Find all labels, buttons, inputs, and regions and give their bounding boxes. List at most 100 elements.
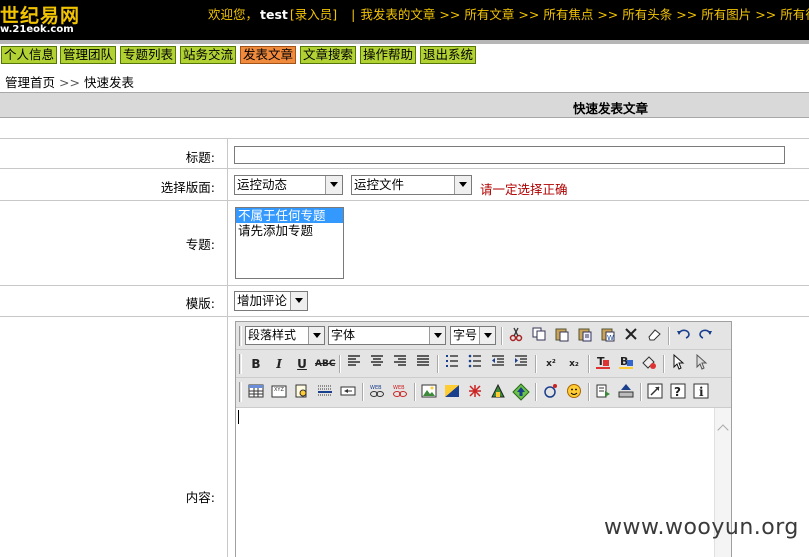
- ordered-list-icon[interactable]: [442, 354, 462, 374]
- toolbar-separator: [640, 383, 642, 401]
- horizontal-rule-icon[interactable]: [315, 383, 335, 403]
- insert-object-icon[interactable]: [488, 383, 508, 403]
- align-center-icon[interactable]: [367, 354, 387, 374]
- subscript-icon[interactable]: x₂: [564, 354, 584, 374]
- emoticon-icon[interactable]: [564, 383, 584, 403]
- insert-image-icon[interactable]: [419, 383, 439, 403]
- copy-icon[interactable]: [529, 326, 549, 346]
- marquee-icon[interactable]: [338, 383, 358, 403]
- background-color-icon[interactable]: B: [616, 354, 636, 374]
- toolbar-separator: [663, 355, 665, 373]
- link-all-headlines[interactable]: 所有头条: [622, 7, 672, 22]
- paragraph-style-select[interactable]: 段落样式: [245, 326, 325, 345]
- chevron-down-icon: [325, 176, 342, 194]
- link-all-articles[interactable]: 所有文章: [464, 7, 514, 22]
- form-frame-icon[interactable]: XYZ: [269, 383, 289, 403]
- cut-icon[interactable]: [506, 326, 526, 346]
- toolbar-separator: [339, 355, 341, 373]
- remove-link-icon[interactable]: WEB: [390, 383, 410, 403]
- nav-personal-info[interactable]: 个人信息: [1, 46, 58, 64]
- scroll-up-icon[interactable]: [717, 424, 729, 436]
- template-select-value: 增加评论: [237, 293, 288, 308]
- link-all-images[interactable]: 所有图片: [701, 7, 751, 22]
- svg-text:WEB: WEB: [370, 385, 382, 391]
- insert-flash-icon[interactable]: [442, 383, 462, 403]
- board-select-secondary[interactable]: 运控文件: [351, 175, 472, 195]
- topic-option[interactable]: 请先添加专题: [236, 223, 343, 238]
- topic-label: 专题:: [185, 237, 215, 252]
- indent-icon[interactable]: [511, 354, 531, 374]
- board-select-primary[interactable]: 运控动态: [234, 175, 343, 195]
- nav-publish-article[interactable]: 发表文章: [240, 46, 297, 64]
- bold-icon[interactable]: B: [246, 354, 266, 374]
- nav-team[interactable]: 管理团队: [60, 46, 117, 64]
- strikethrough-icon[interactable]: ABC: [315, 354, 335, 374]
- font-size-select[interactable]: 字号: [450, 326, 496, 345]
- toolbar-grip-icon: [239, 354, 242, 374]
- undo-icon[interactable]: [673, 326, 693, 346]
- absolute-position-icon[interactable]: [691, 353, 711, 374]
- breadcrumb: 管理首页 >> 快速发表: [5, 72, 134, 91]
- nav-logout[interactable]: 退出系统: [420, 46, 477, 64]
- content-label-cell: 内容:: [0, 317, 228, 557]
- chevron-down-icon: [454, 176, 471, 194]
- panel-title: 快速发表文章: [573, 101, 649, 116]
- paste-word-icon[interactable]: W: [598, 326, 618, 346]
- table-icon[interactable]: [246, 383, 266, 403]
- redo-icon[interactable]: [696, 326, 716, 346]
- nav-help[interactable]: 操作帮助: [360, 46, 417, 64]
- username: test: [260, 7, 288, 22]
- toolbar-separator: [588, 383, 590, 401]
- italic-icon[interactable]: I: [269, 354, 289, 374]
- eraser-icon[interactable]: [644, 326, 664, 346]
- insert-media-icon[interactable]: [465, 383, 485, 403]
- insert-file-icon[interactable]: [593, 383, 613, 403]
- unordered-list-icon[interactable]: [465, 354, 485, 374]
- info-icon[interactable]: i: [691, 383, 711, 403]
- upload-icon[interactable]: [511, 383, 531, 403]
- toolbar-separator: [535, 355, 537, 373]
- nav-topic-list[interactable]: 专题列表: [120, 46, 177, 64]
- toolbar-separator: [668, 327, 670, 345]
- topic-option[interactable]: 不属于任何专题: [236, 208, 343, 223]
- toolbar-grip-icon: [239, 326, 242, 346]
- title-input[interactable]: [234, 146, 785, 164]
- outdent-icon[interactable]: [488, 354, 508, 374]
- remote-save-icon[interactable]: [616, 383, 636, 403]
- align-right-icon[interactable]: [390, 354, 410, 374]
- nav-article-search[interactable]: 文章搜索: [300, 46, 357, 64]
- help-icon[interactable]: ?: [668, 383, 688, 403]
- template-label: 模版:: [185, 296, 215, 311]
- special-char-icon[interactable]: [541, 383, 561, 403]
- toolbar-separator: [362, 383, 364, 401]
- underline-icon[interactable]: U: [292, 354, 312, 374]
- highlight-icon[interactable]: [639, 354, 659, 374]
- superscript-icon[interactable]: x²: [541, 354, 561, 374]
- copy-document-icon[interactable]: [292, 383, 312, 403]
- toolbar-separator: [501, 327, 503, 345]
- font-size-value: 字号: [453, 328, 478, 342]
- fullscreen-icon[interactable]: [645, 383, 665, 403]
- insert-link-icon[interactable]: WEB: [367, 383, 387, 403]
- link-all-pending[interactable]: 所有待审: [780, 7, 809, 22]
- template-select[interactable]: 增加评论: [234, 291, 308, 311]
- svg-text:WEB: WEB: [393, 385, 405, 391]
- link-all-focus[interactable]: 所有焦点: [543, 7, 593, 22]
- link-my-articles[interactable]: 我发表的文章: [360, 7, 435, 22]
- text-color-icon[interactable]: T: [593, 354, 613, 374]
- delete-icon[interactable]: [621, 326, 641, 346]
- topic-value-cell: 不属于任何专题 请先添加专题: [229, 201, 809, 285]
- text-caret: [238, 410, 239, 424]
- breadcrumb-home[interactable]: 管理首页: [5, 75, 55, 90]
- paste-icon[interactable]: [552, 326, 572, 346]
- paste-text-icon[interactable]: [575, 326, 595, 346]
- nav-forum[interactable]: 站务交流: [180, 46, 237, 64]
- font-select[interactable]: 字体: [328, 326, 446, 345]
- topic-listbox[interactable]: 不属于任何专题 请先添加专题: [235, 207, 344, 279]
- template-value-cell: 增加评论: [229, 286, 809, 316]
- font-value: 字体: [331, 328, 356, 342]
- align-justify-icon[interactable]: [413, 354, 433, 374]
- select-pointer-icon[interactable]: [668, 353, 688, 374]
- header-bar: 世纪易网 w.21eok.com 欢迎您， test [录入员] | 我发表的文章 >> 所…: [0, 0, 809, 40]
- align-left-icon[interactable]: [344, 354, 364, 374]
